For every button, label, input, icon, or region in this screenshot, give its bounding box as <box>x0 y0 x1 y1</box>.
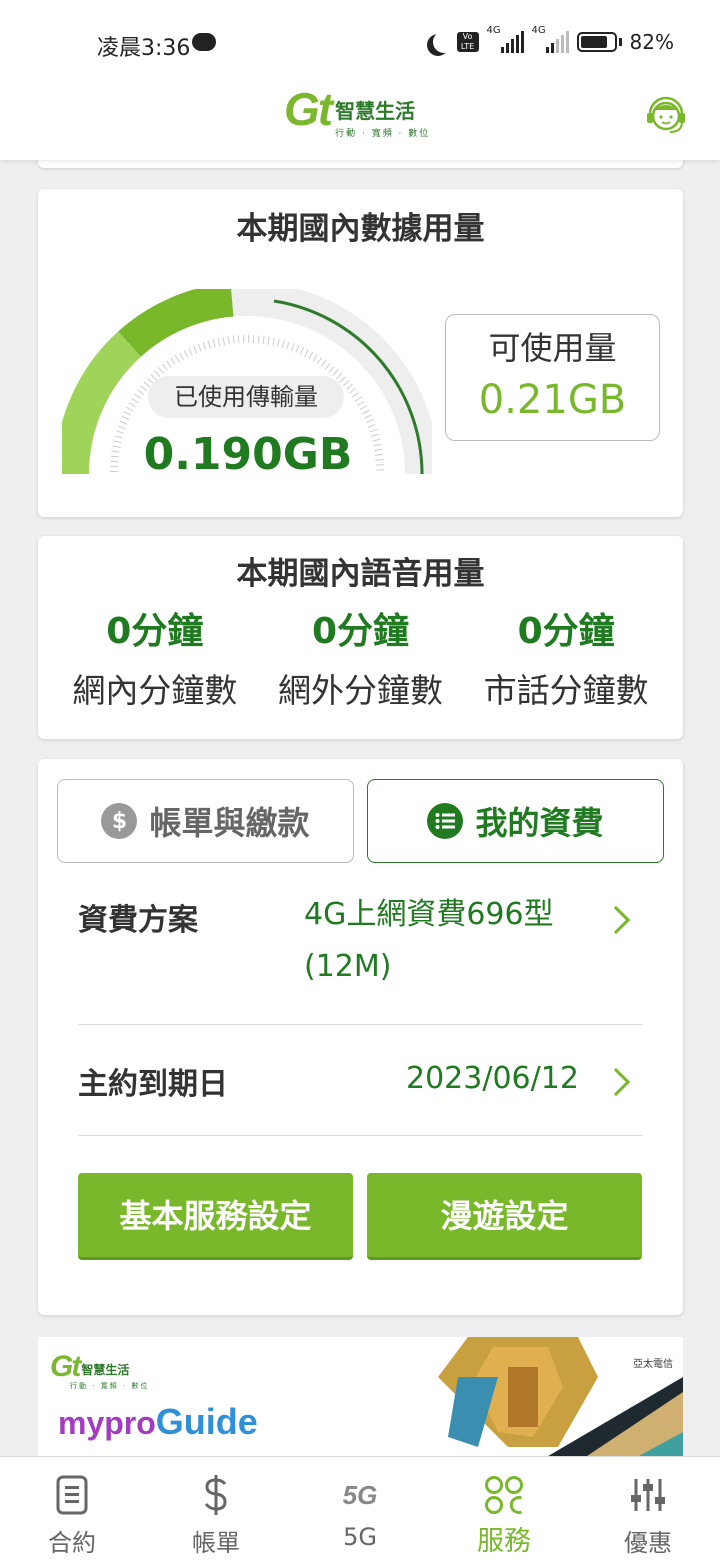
data-usage-title: 本期國內數據用量 <box>236 211 485 247</box>
available-box: 可使用量 0.21GB <box>445 314 660 441</box>
nav-contract[interactable]: 合約 <box>0 1457 144 1560</box>
list-icon <box>427 803 464 839</box>
logo-name: 智慧生活 <box>335 99 416 123</box>
banner-guide-title: myproGuide <box>58 1401 258 1442</box>
expiry-value[interactable]: 2023/06/12 <box>406 1053 579 1105</box>
signal-2-icon: 4G <box>532 25 569 53</box>
used-value: 0.190GB <box>143 429 353 480</box>
available-value: 0.21GB <box>478 377 627 423</box>
tab-my-plan[interactable]: 我的資費 <box>367 779 664 863</box>
roaming-settings-button[interactable]: 漫遊設定 <box>367 1173 642 1260</box>
5g-icon: 5G <box>342 1479 378 1510</box>
battery-percent: 82% <box>629 30 674 54</box>
data-usage-card: 本期國內數據用量 已使用傳輸量 0.190GB 可使用量 0.21GB <box>38 189 683 517</box>
tab-bill-payment[interactable]: $ 帳單與繳款 <box>57 779 354 863</box>
banner-logo: Gt 智慧生活 <box>50 1350 130 1383</box>
plan-label: 資費方案 <box>78 903 198 938</box>
status-bar: 凌晨3:36 Vo LTE 4G 4G 82% <box>0 0 720 80</box>
sliders-icon <box>576 1473 720 1517</box>
nav-5g[interactable]: 5G 5G <box>288 1457 432 1560</box>
mypro-guide-banner[interactable]: Gt 智慧生活 行動 · 寬頻 · 數位 myproGuide 亞太電信 <box>38 1337 683 1462</box>
logo-tagline: 行動 · 寬頻 · 數位 <box>335 129 431 139</box>
nav-bill[interactable]: 帳單 <box>144 1457 288 1560</box>
banner-corp: 亞太電信 <box>633 1359 673 1370</box>
divider <box>78 1135 643 1136</box>
plan-value[interactable]: 4G上網資費696型 (12M) <box>304 889 554 993</box>
voice-usage-title: 本期國內語音用量 <box>236 556 485 592</box>
signal-icon: 4G <box>487 25 524 53</box>
divider <box>78 1024 643 1025</box>
volte-icon: Vo LTE <box>456 32 479 52</box>
nav-offers[interactable]: 優惠 <box>576 1457 720 1560</box>
voice-offnet: 0分鐘 網外分鐘數 <box>277 611 443 710</box>
moon-icon <box>433 31 455 53</box>
voice-onnet: 0分鐘 網內分鐘數 <box>72 611 238 710</box>
basic-service-settings-button[interactable]: 基本服務設定 <box>78 1173 353 1260</box>
status-icons: Vo LTE 4G 4G 82% <box>427 25 674 54</box>
dollar-icon <box>144 1473 288 1517</box>
brand-logo: Gt 智慧生活 行動 · 寬頻 · 數位 <box>284 83 431 139</box>
contract-icon <box>0 1473 144 1517</box>
plan-chevron-icon[interactable] <box>601 905 631 935</box>
app-header: Gt 智慧生活 行動 · 寬頻 · 數位 <box>0 80 720 160</box>
expiry-chevron-icon[interactable] <box>601 1067 631 1097</box>
expiry-label: 主約到期日 <box>78 1067 228 1102</box>
banner-tagline: 行動 · 寬頻 · 數位 <box>70 1382 150 1390</box>
plan-card: $ 帳單與繳款 我的資費 資費方案 4G上網資費696型 (12M) 主約到期日… <box>38 759 683 1315</box>
heart-rate-icon <box>192 33 216 51</box>
nav-service[interactable]: 服務 <box>432 1457 576 1560</box>
voice-landline: 0分鐘 市話分鐘數 <box>483 611 649 710</box>
status-time: 凌晨3:36 <box>97 36 191 61</box>
customer-service-icon[interactable] <box>642 92 690 140</box>
bottom-nav: 合約 帳單 5G 5G 服務 優惠 <box>0 1456 720 1560</box>
used-label: 已使用傳輸量 <box>148 376 344 418</box>
battery-icon <box>576 32 617 52</box>
service-grid-icon <box>432 1473 576 1517</box>
voice-usage-card: 本期國內語音用量 0分鐘 網內分鐘數 0分鐘 網外分鐘數 0分鐘 市話分鐘數 <box>38 536 683 739</box>
dollar-circle-icon: $ <box>101 803 138 839</box>
available-label: 可使用量 <box>488 329 617 367</box>
